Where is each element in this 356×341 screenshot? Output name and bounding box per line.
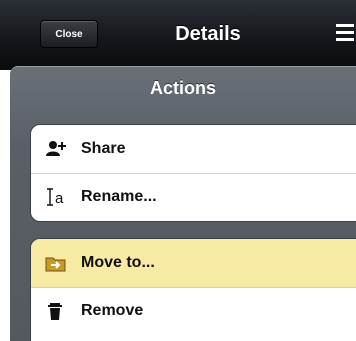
rename-menu-item[interactable]: a Rename... (31, 173, 356, 221)
actions-group-1: Share a Rename... (30, 124, 356, 222)
remove-menu-item[interactable]: Remove (31, 287, 356, 335)
add-person-icon (46, 141, 66, 156)
move-to-menu-item[interactable]: Move to... (31, 239, 356, 287)
share-label: Share (81, 140, 126, 157)
actions-group-2: Move to... Remove (30, 238, 356, 341)
share-menu-item[interactable]: Share (31, 125, 356, 173)
navigation-bar: Close Details (0, 0, 356, 70)
folder-move-icon (45, 257, 66, 272)
hamburger-menu-icon[interactable] (336, 22, 354, 42)
remove-label: Remove (81, 302, 144, 319)
close-button[interactable]: Close (40, 20, 98, 48)
svg-text:a: a (55, 190, 64, 207)
popover-title: Actions (149, 77, 216, 98)
trash-icon (48, 303, 62, 320)
page-title: Details (175, 22, 241, 45)
rename-label: Rename... (81, 188, 157, 205)
text-cursor-icon: a (47, 188, 64, 207)
move-to-label: Move to... (81, 254, 155, 271)
